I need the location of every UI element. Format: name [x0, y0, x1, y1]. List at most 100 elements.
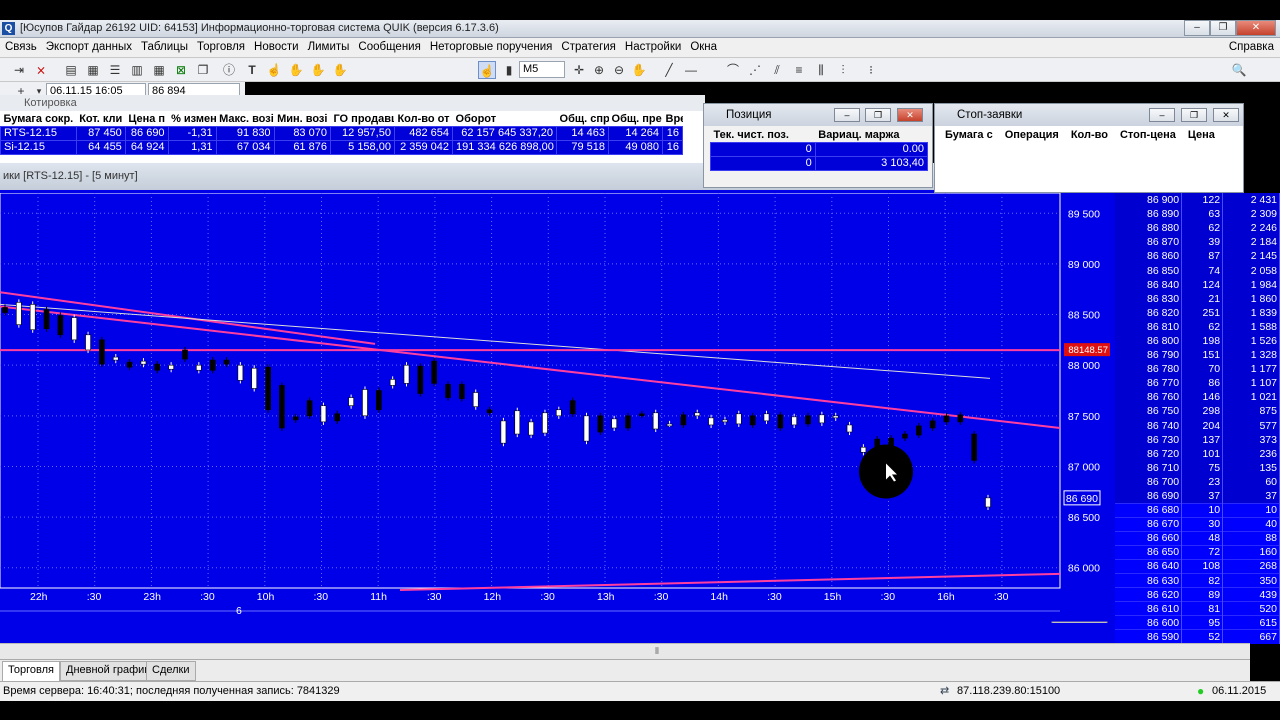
orderbook-ask-row[interactable]: 86 830 21 1 860	[1115, 291, 1280, 306]
quotes-col-header[interactable]: Мин. возі	[274, 112, 331, 126]
tab-daily-chart[interactable]: Дневной график	[60, 661, 156, 681]
orderbook-ask-row[interactable]: 86 890 63 2 309	[1115, 207, 1280, 222]
select-icon[interactable]: ✋	[309, 61, 327, 79]
stop-restore-button[interactable]: ❐	[1181, 108, 1207, 122]
orderbook-ask-row[interactable]: 86 710 75 135	[1115, 460, 1280, 475]
quotes-col-header[interactable]: Цена п	[125, 112, 169, 126]
quotes-col-header[interactable]: Оборот	[452, 112, 557, 126]
position-row[interactable]: 0 0.00	[710, 141, 929, 157]
quotes-row[interactable]: RTS-12.15 87 450 86 690 -1,31 91 830 83 070 12…	[0, 125, 684, 141]
quotes-col-header[interactable]: % измен	[168, 112, 217, 126]
maximize-button[interactable]: ❐	[1210, 20, 1236, 36]
orderbook-bid-row[interactable]: 86 630 82 350	[1115, 573, 1280, 588]
orderbook-ask-row[interactable]: 86 820 251 1 839	[1115, 305, 1280, 320]
crosshair-icon[interactable]: ✛	[570, 61, 588, 79]
orderbook-ask-row[interactable]: 86 770 86 1 107	[1115, 376, 1280, 391]
orderbook-bid-row[interactable]: 86 620 89 439	[1115, 587, 1280, 602]
orderbook-ask-row[interactable]: 86 900 122 2 431	[1115, 193, 1280, 208]
connect-icon[interactable]: ⇥	[10, 61, 28, 79]
orderbook-ask-row[interactable]: 86 790 151 1 328	[1115, 348, 1280, 363]
gann-tool-icon[interactable]: ⫼	[812, 61, 830, 79]
disconnect-icon[interactable]: ⨯	[32, 61, 50, 79]
copy-icon[interactable]: ❐	[194, 61, 212, 79]
menu-item-0[interactable]: Связь	[0, 38, 41, 53]
menu-item-10[interactable]: Окна	[685, 38, 721, 53]
stop-col-header[interactable]: Цена	[1181, 128, 1221, 142]
orders-icon[interactable]: ▥	[128, 61, 146, 79]
position-minimize-button[interactable]: –	[834, 108, 860, 122]
minimize-button[interactable]: –	[1184, 20, 1210, 36]
position-col-header[interactable]: Вариац. маржа	[815, 128, 928, 142]
menu-item-6[interactable]: Сообщения	[353, 38, 424, 53]
orderbook-ask-row[interactable]: 86 720 101 236	[1115, 446, 1280, 461]
text-tool-icon[interactable]: T	[243, 61, 261, 79]
stop-col-header[interactable]: Стоп-цена	[1113, 128, 1182, 142]
menu-item-1[interactable]: Экспорт данных	[41, 38, 136, 53]
tab-trading[interactable]: Торговля	[2, 661, 60, 681]
drag-icon[interactable]: ✋	[331, 61, 349, 79]
quotes-col-header[interactable]: Вре	[662, 112, 683, 126]
position-col-header[interactable]: Тек. чист. поз.	[710, 128, 816, 142]
stop-col-header[interactable]: Кол-во	[1064, 128, 1114, 142]
list-icon[interactable]: ☰	[106, 61, 124, 79]
quotes-col-header[interactable]: Макс. возі	[216, 112, 275, 126]
zoom-out-icon[interactable]: ⊖	[610, 61, 628, 79]
table-icon[interactable]: ▤	[62, 61, 80, 79]
quotes-col-header[interactable]: Бумага сокр.	[0, 112, 77, 126]
grid-icon[interactable]: ▦	[150, 61, 168, 79]
close-button[interactable]: ✕	[1236, 20, 1276, 36]
orderbook-bid-row[interactable]: 86 660 48 88	[1115, 530, 1280, 546]
stop-col-header[interactable]: Операция	[998, 128, 1065, 142]
zoom-in-icon[interactable]: ⊕	[590, 61, 608, 79]
orderbook-bid-row[interactable]: 86 640 108 268	[1115, 558, 1280, 574]
menu-item-help[interactable]: Справка	[1224, 38, 1278, 53]
orderbook-ask-row[interactable]: 86 870 39 2 184	[1115, 235, 1280, 250]
orderbook-ask-row[interactable]: 86 850 74 2 058	[1115, 263, 1280, 278]
menu-item-7[interactable]: Неторговые поручения	[425, 38, 557, 53]
horizontal-scrollbar[interactable]: ⦀	[0, 643, 1250, 659]
orderbook-ask-row[interactable]: 86 840 124 1 984	[1115, 277, 1280, 292]
orderbook-ask-row[interactable]: 86 690 37 37	[1115, 488, 1280, 504]
stop-close-button[interactable]: ✕	[1213, 108, 1239, 122]
hand-icon[interactable]: ☝	[265, 61, 283, 79]
fib-tool-icon[interactable]: ≡	[790, 61, 808, 79]
arc-tool-icon[interactable]: ⌒	[724, 61, 742, 79]
fan-tool-icon[interactable]: ⋰	[746, 61, 764, 79]
orderbook-bid-row[interactable]: 86 600 95 615	[1115, 615, 1280, 630]
quotes-col-header[interactable]: Общ. спр	[556, 112, 609, 126]
chart-type-icon[interactable]: ▮	[500, 61, 518, 79]
channel-tool-icon[interactable]: ⫽	[768, 61, 786, 79]
stop-minimize-button[interactable]: –	[1149, 108, 1175, 122]
orderbook-bid-row[interactable]: 86 650 72 160	[1115, 544, 1280, 560]
scroll-grip-icon[interactable]: ⦀	[655, 646, 659, 657]
search-icon[interactable]: 🔍	[1230, 61, 1248, 79]
price-chart[interactable]: 89 500 89 000 88 500 88 000 87 500 87 000 86 5…	[0, 193, 1115, 623]
orderbook-ask-row[interactable]: 86 800 198 1 526	[1115, 333, 1280, 349]
menu-item-4[interactable]: Новости	[249, 38, 303, 53]
menu-item-9[interactable]: Настройки	[620, 38, 685, 53]
hline-tool-icon[interactable]: —	[682, 61, 700, 79]
line-tool-icon[interactable]: ╱	[660, 61, 678, 79]
orderbook-bid-row[interactable]: 86 610 81 520	[1115, 601, 1280, 616]
quotes-col-header[interactable]: Кол-во от	[394, 112, 453, 126]
menu-item-3[interactable]: Торговля	[192, 38, 249, 53]
pan-icon[interactable]: ✋	[630, 61, 648, 79]
quotes-col-header[interactable]: Общ. пре	[608, 112, 663, 126]
orderbook-bid-row[interactable]: 86 590 52 667	[1115, 629, 1280, 644]
menu-item-8[interactable]: Стратегия	[556, 38, 620, 53]
info-icon[interactable]: ⓘ	[220, 61, 238, 79]
stop-col-header[interactable]: Бумага с	[939, 128, 999, 142]
orderbook-bid-row[interactable]: 86 680 10 10	[1115, 502, 1280, 518]
quotes-table-icon[interactable]: ▦	[84, 61, 102, 79]
menu-item-5[interactable]: Лимиты	[303, 38, 354, 53]
position-row[interactable]: 03 103,40	[710, 155, 929, 171]
orderbook-ask-row[interactable]: 86 730 137 373	[1115, 432, 1280, 447]
orderbook-ask-row[interactable]: 86 810 62 1 588	[1115, 319, 1280, 334]
tab-trades[interactable]: Сделки	[146, 661, 196, 681]
cursor-tool-icon[interactable]: ☝	[478, 61, 496, 79]
orderbook-ask-row[interactable]: 86 780 70 1 177	[1115, 362, 1280, 377]
orderbook-ask-row[interactable]: 86 880 62 2 246	[1115, 221, 1280, 236]
pointer-icon[interactable]: ✋	[287, 61, 305, 79]
grid-settings-icon[interactable]: ⁝	[862, 61, 880, 79]
orderbook-ask-row[interactable]: 86 700 23 60	[1115, 474, 1280, 489]
